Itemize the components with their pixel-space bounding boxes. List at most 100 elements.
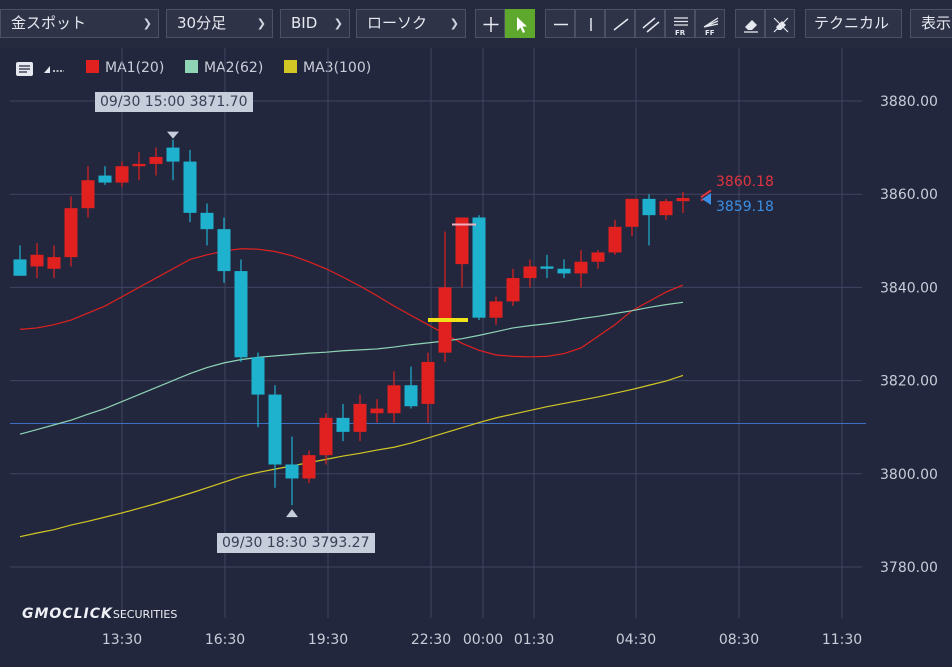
technical-label: テクニカル (814, 14, 890, 32)
y-tick-label: 3840.00 (880, 280, 938, 296)
candle-body (557, 268, 571, 274)
x-tick-label: 13:30 (102, 632, 142, 648)
candle-body (81, 180, 95, 209)
vline-button[interactable] (575, 9, 605, 38)
chevron-down-icon: ❯ (256, 17, 266, 30)
timeframe-select[interactable]: 30分足 ❯ (166, 9, 273, 38)
candle-body (285, 464, 299, 479)
candle-body (234, 271, 248, 358)
candle-body (523, 266, 537, 279)
trendline-button[interactable] (605, 9, 635, 38)
candle-body (166, 147, 180, 162)
x-tick-label: 08:30 (719, 632, 759, 648)
candle-body (268, 394, 282, 465)
y-tick-label: 3880.00 (880, 94, 938, 110)
ma-line-3 (19, 374, 684, 538)
gmo-suffix: SECURITIES (112, 608, 178, 621)
price-type-label: BID (291, 14, 318, 32)
trendline-icon (613, 18, 629, 31)
candle-body (506, 278, 520, 302)
channel-icon (642, 17, 660, 33)
technical-button[interactable]: テクニカル (805, 9, 902, 38)
candle-body (183, 161, 197, 213)
fibonacci-retracement-icon: FR (674, 17, 688, 37)
timeframe-label: 30分足 (177, 14, 227, 32)
candle-body (30, 254, 44, 267)
candle-body (217, 229, 231, 272)
x-tick-label: 01:30 (514, 632, 554, 648)
x-tick-label: 19:30 (308, 632, 348, 648)
candle-body (149, 156, 163, 164)
eraser-icon (744, 20, 758, 33)
display-label: 表示 (921, 14, 952, 32)
chevron-down-icon: ❯ (333, 17, 343, 30)
svg-text:FF: FF (705, 29, 715, 37)
candle-body (659, 201, 673, 216)
gmo-brand: GMOCLICK (22, 606, 113, 622)
x-tick-label: 16:30 (205, 632, 245, 648)
candle-body (404, 385, 418, 407)
gmo-watermark: GMOCLICKSECURITIES (22, 606, 177, 622)
y-tick-label: 3860.00 (880, 187, 938, 203)
fibonacci-fan-button[interactable]: FF (695, 9, 725, 38)
candle-body (115, 166, 129, 183)
candle-body (64, 208, 78, 258)
candle-body (47, 257, 61, 269)
candle-body (608, 226, 622, 253)
candle-body (200, 212, 214, 230)
x-tick-label: 11:30 (822, 632, 862, 648)
symbol-select[interactable]: 金スポット ❯ (0, 9, 159, 38)
high-marker-arrow (167, 131, 179, 139)
candle-body (98, 175, 112, 183)
symbol-label: 金スポット (11, 14, 87, 32)
fibonacci-retracement-button[interactable]: FR (665, 9, 695, 38)
candle-body (336, 417, 350, 432)
candle-body (421, 361, 435, 404)
price-chart[interactable]: 3880.00 3860.00 3840.00 3820.00 3800.00 3780.… (0, 48, 952, 667)
candle-body (642, 198, 656, 216)
channel-button[interactable] (635, 9, 665, 38)
y-tick-label: 3820.00 (880, 374, 938, 390)
candle-body (676, 198, 690, 202)
candle-body (302, 455, 316, 479)
x-tick-label: 22:30 (411, 632, 451, 648)
erase-all-button[interactable] (765, 9, 795, 38)
candle-body (319, 417, 333, 456)
x-tick-label: 00:00 (463, 632, 503, 648)
candle-body (540, 266, 554, 269)
toolbar: 金スポット ❯ 30分足 ❯ BID ❯ ローソク ❯ FR FF テクニカル … (0, 0, 952, 48)
price-type-select[interactable]: BID ❯ (280, 9, 350, 38)
y-tick-label: 3800.00 (880, 467, 938, 483)
ask-price-label: 3860.18 (716, 174, 774, 191)
candle-body (13, 259, 27, 276)
chevron-down-icon: ❯ (449, 17, 459, 30)
hline-icon (554, 23, 568, 26)
eraser-button[interactable] (735, 9, 765, 38)
candle-body (353, 403, 367, 432)
crosshair-button[interactable] (475, 9, 505, 38)
y-tick-label: 3780.00 (880, 560, 938, 576)
candle-body (370, 408, 384, 414)
candle-body (574, 261, 588, 274)
chart-style-label: ローソク (367, 14, 428, 32)
low-marker-arrow (286, 509, 298, 518)
chart-style-select[interactable]: ローソク ❯ (356, 9, 466, 38)
candle-body (489, 301, 503, 318)
svg-text:FR: FR (675, 29, 686, 37)
high-tooltip: 09/30 15:00 3871.70 (95, 91, 253, 112)
crosshair-icon (483, 17, 499, 32)
bid-price-label: 3859.18 (716, 199, 774, 216)
pointer-button[interactable] (505, 9, 535, 38)
hline-button[interactable] (545, 9, 575, 38)
candle-body (132, 163, 146, 167)
x-tick-label: 04:30 (616, 632, 656, 648)
candle-body (625, 198, 639, 227)
erase-all-icon (773, 17, 789, 33)
display-button[interactable]: 表示 (910, 9, 952, 38)
candle-body (387, 385, 401, 414)
candle-body (591, 252, 605, 262)
low-tooltip: 09/30 18:30 3793.27 (217, 533, 375, 554)
ma-line-2 (19, 301, 684, 435)
chevron-down-icon: ❯ (142, 17, 152, 30)
vline-icon (590, 18, 592, 31)
